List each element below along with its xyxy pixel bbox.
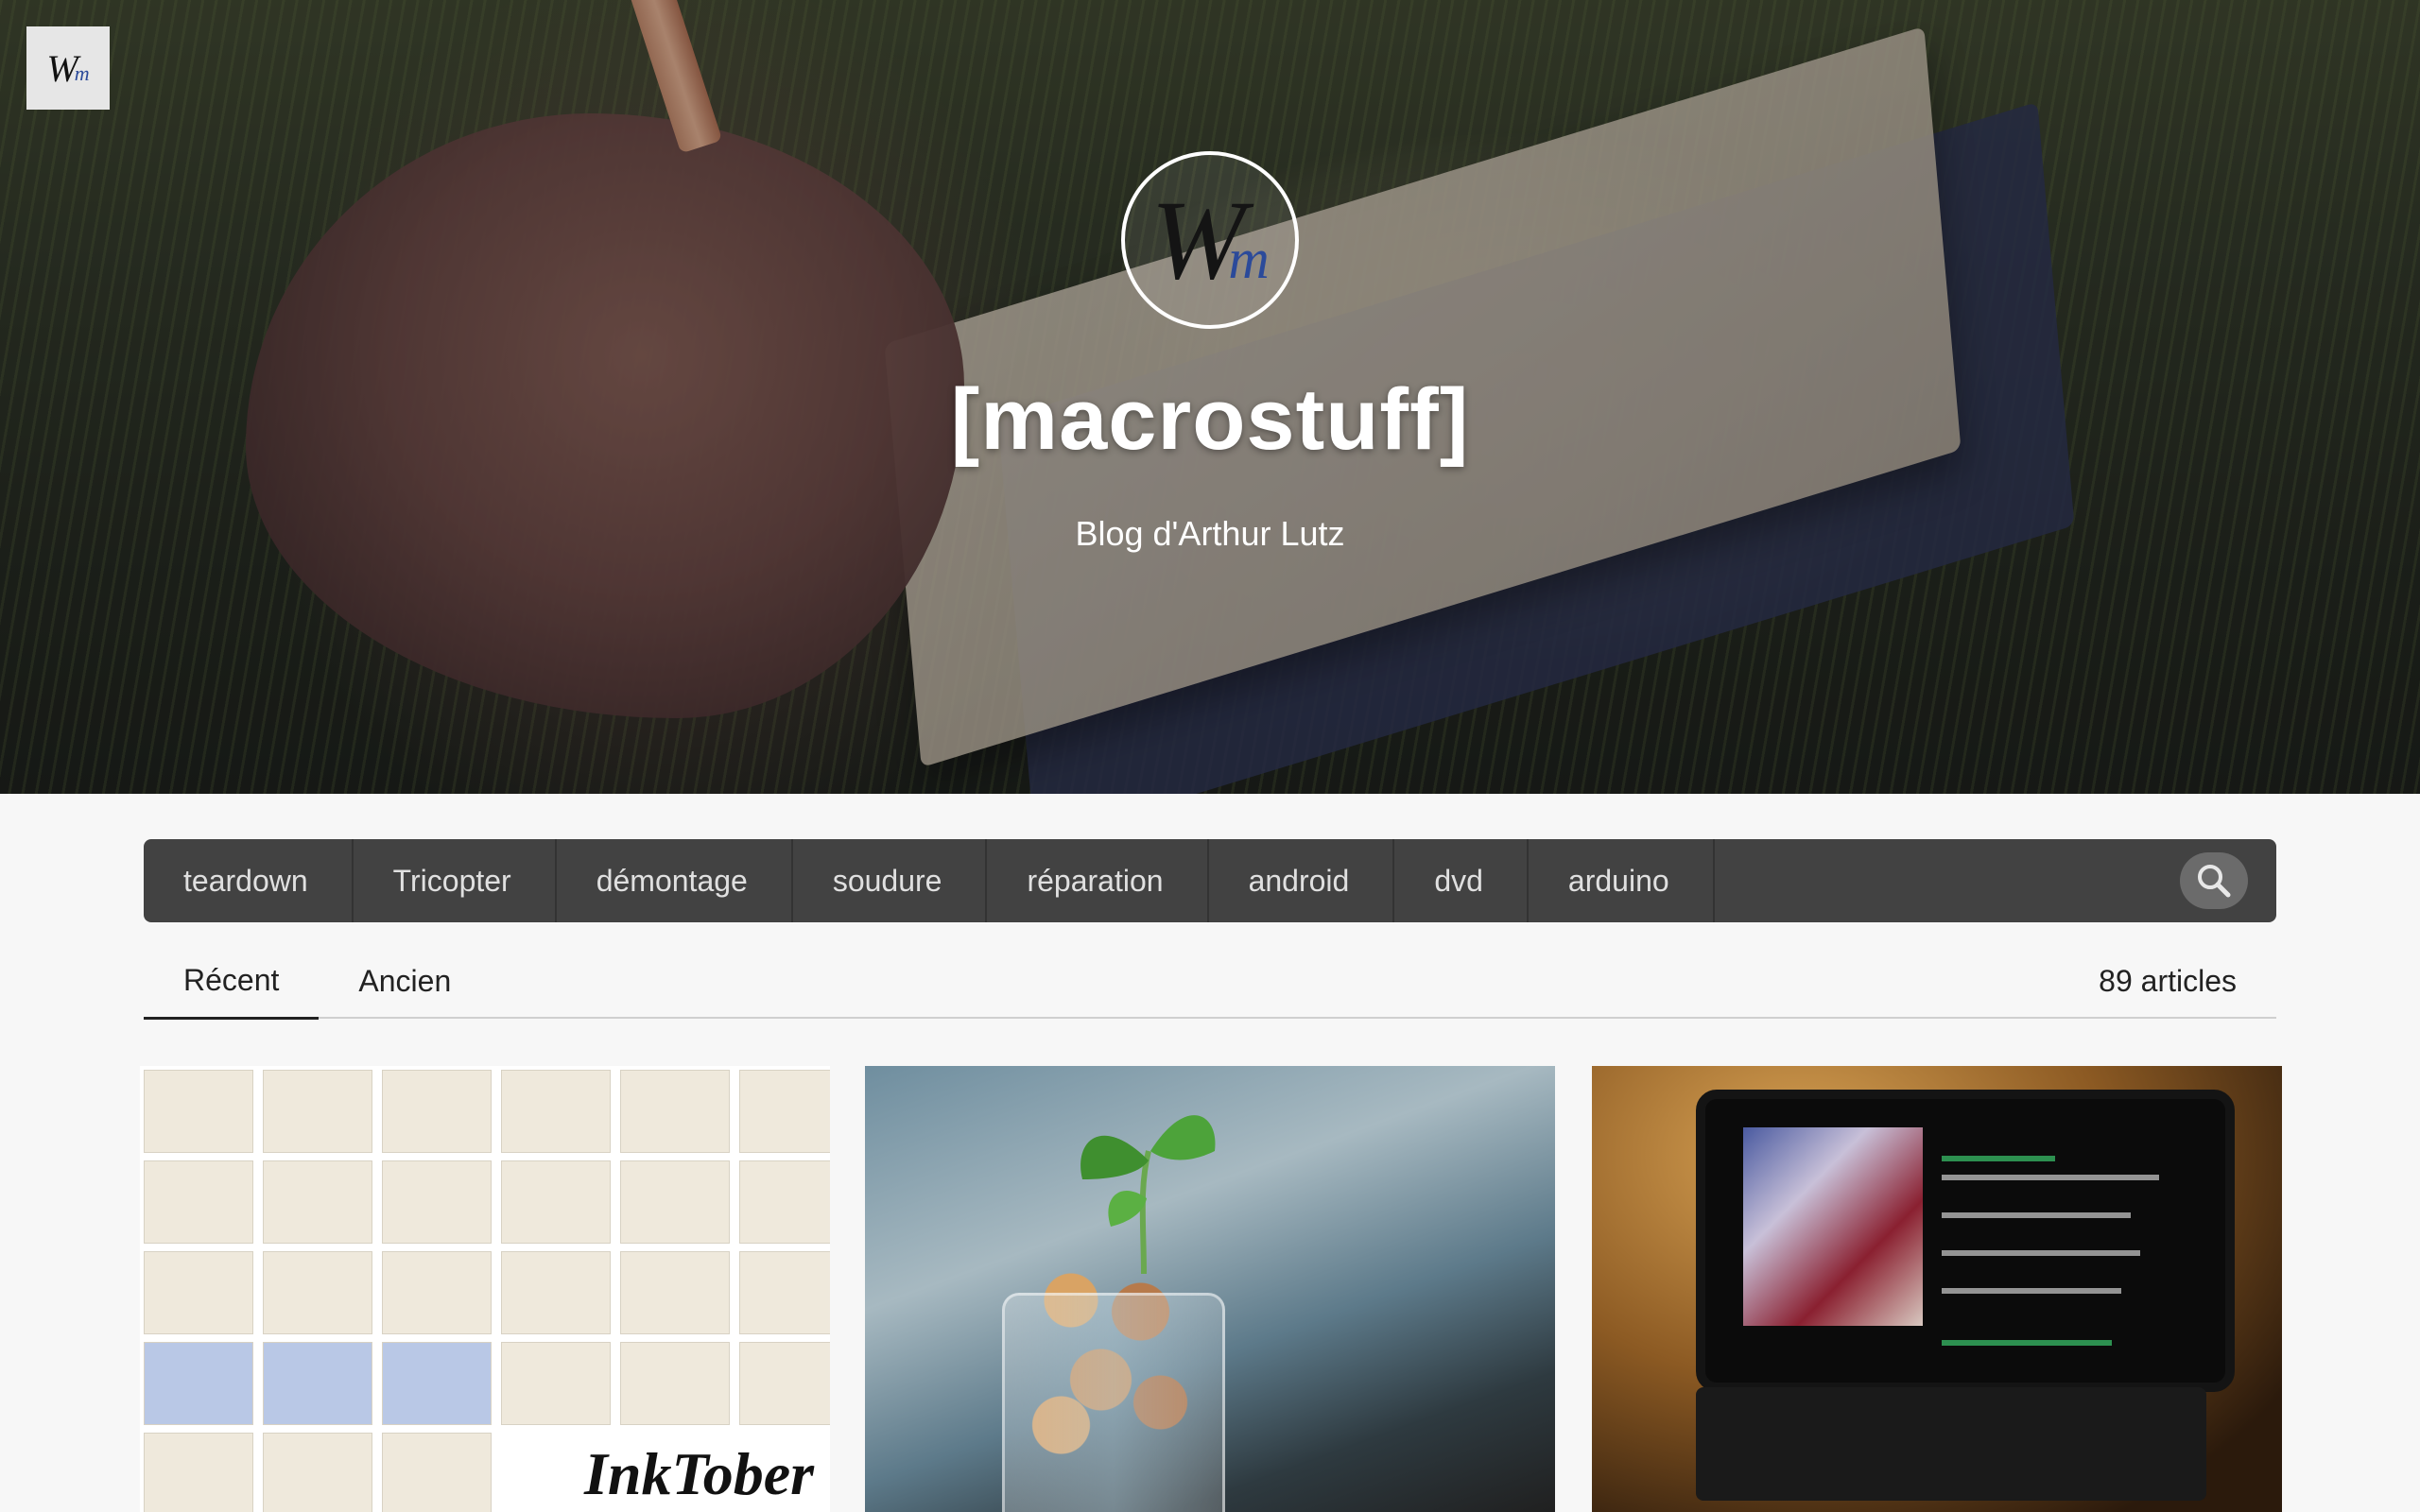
sketch-thumb xyxy=(144,1342,253,1425)
track-line xyxy=(1942,1288,2121,1294)
tag-soudure[interactable]: soudure xyxy=(793,839,988,922)
sketch-thumb xyxy=(501,1251,611,1334)
sketch-thumb xyxy=(382,1342,492,1425)
now-playing-line xyxy=(1942,1156,2055,1161)
track-line xyxy=(1942,1250,2140,1256)
sketch-thumb xyxy=(620,1342,730,1425)
corner-logo-m: m xyxy=(74,61,90,85)
sketch-thumb xyxy=(739,1342,830,1425)
sketch-thumb xyxy=(382,1070,492,1153)
tag-tricopter[interactable]: Tricopter xyxy=(354,839,557,922)
tag-android[interactable]: android xyxy=(1209,839,1395,922)
tag-reparation[interactable]: réparation xyxy=(987,839,1209,922)
sketch-thumb xyxy=(144,1251,253,1334)
album-art xyxy=(1743,1127,1923,1326)
tag-dvd[interactable]: dvd xyxy=(1394,839,1529,922)
sketch-thumb xyxy=(739,1160,830,1244)
glass-image xyxy=(1002,1293,1225,1512)
article-card-coins-plant[interactable] xyxy=(865,1066,1555,1512)
tab-recent[interactable]: Récent xyxy=(144,945,320,1020)
track-line xyxy=(1942,1212,2131,1218)
player-device xyxy=(1696,1387,2206,1501)
sketch-thumb xyxy=(263,1070,372,1153)
track-line xyxy=(1942,1175,2159,1180)
tag-bar: teardown Tricopter démontage soudure rép… xyxy=(144,839,2276,922)
inktober-logo: InkTober 2020 xyxy=(584,1439,830,1512)
sketch-thumb xyxy=(263,1342,372,1425)
sketch-thumb xyxy=(144,1070,253,1153)
tag-arduino[interactable]: arduino xyxy=(1529,839,1715,922)
sketch-thumb xyxy=(501,1342,611,1425)
hero-logo[interactable]: W m xyxy=(1121,151,1299,329)
search-button[interactable] xyxy=(2180,852,2248,909)
tab-ancien[interactable]: Ancien xyxy=(319,945,491,1017)
sketch-thumb xyxy=(382,1160,492,1244)
corner-logo-w: W xyxy=(46,46,78,90)
sketch-thumb xyxy=(263,1251,372,1334)
sketch-thumb xyxy=(620,1160,730,1244)
sketch-thumb xyxy=(144,1433,253,1512)
sort-tabs: Récent Ancien 89 articles xyxy=(144,945,2276,1020)
article-count: 89 articles xyxy=(2099,963,2237,998)
sketch-thumb xyxy=(739,1251,830,1334)
article-card-android-tablet[interactable] xyxy=(1592,1066,2282,1512)
sketch-thumb xyxy=(382,1433,492,1512)
tag-demontage[interactable]: démontage xyxy=(557,839,793,922)
corner-logo[interactable]: W m xyxy=(26,26,110,110)
sketch-thumb xyxy=(382,1251,492,1334)
sketch-thumb xyxy=(620,1070,730,1153)
sketch-thumb xyxy=(263,1160,372,1244)
article-card-inktober[interactable]: InkTober 2020 xyxy=(140,1066,830,1512)
progress-line xyxy=(1942,1340,2112,1346)
sketch-thumb xyxy=(263,1433,372,1512)
tag-teardown[interactable]: teardown xyxy=(144,839,354,922)
hero-logo-m: m xyxy=(1228,227,1270,290)
plant-image xyxy=(1080,1115,1216,1274)
inktober-title: InkTober xyxy=(584,1440,815,1507)
hero-banner: W m [macrostuff] Blog d'Arthur Lutz xyxy=(0,0,2420,794)
sketch-thumb xyxy=(501,1160,611,1244)
sketch-thumb xyxy=(501,1070,611,1153)
sketch-thumb xyxy=(739,1070,830,1153)
site-subtitle: Blog d'Arthur Lutz xyxy=(1075,514,1345,553)
sketch-thumb xyxy=(144,1160,253,1244)
site-title[interactable]: [macrostuff] xyxy=(0,370,2420,470)
tablet-image xyxy=(1696,1090,2235,1392)
search-icon xyxy=(2198,865,2231,898)
sketch-thumb xyxy=(620,1251,730,1334)
